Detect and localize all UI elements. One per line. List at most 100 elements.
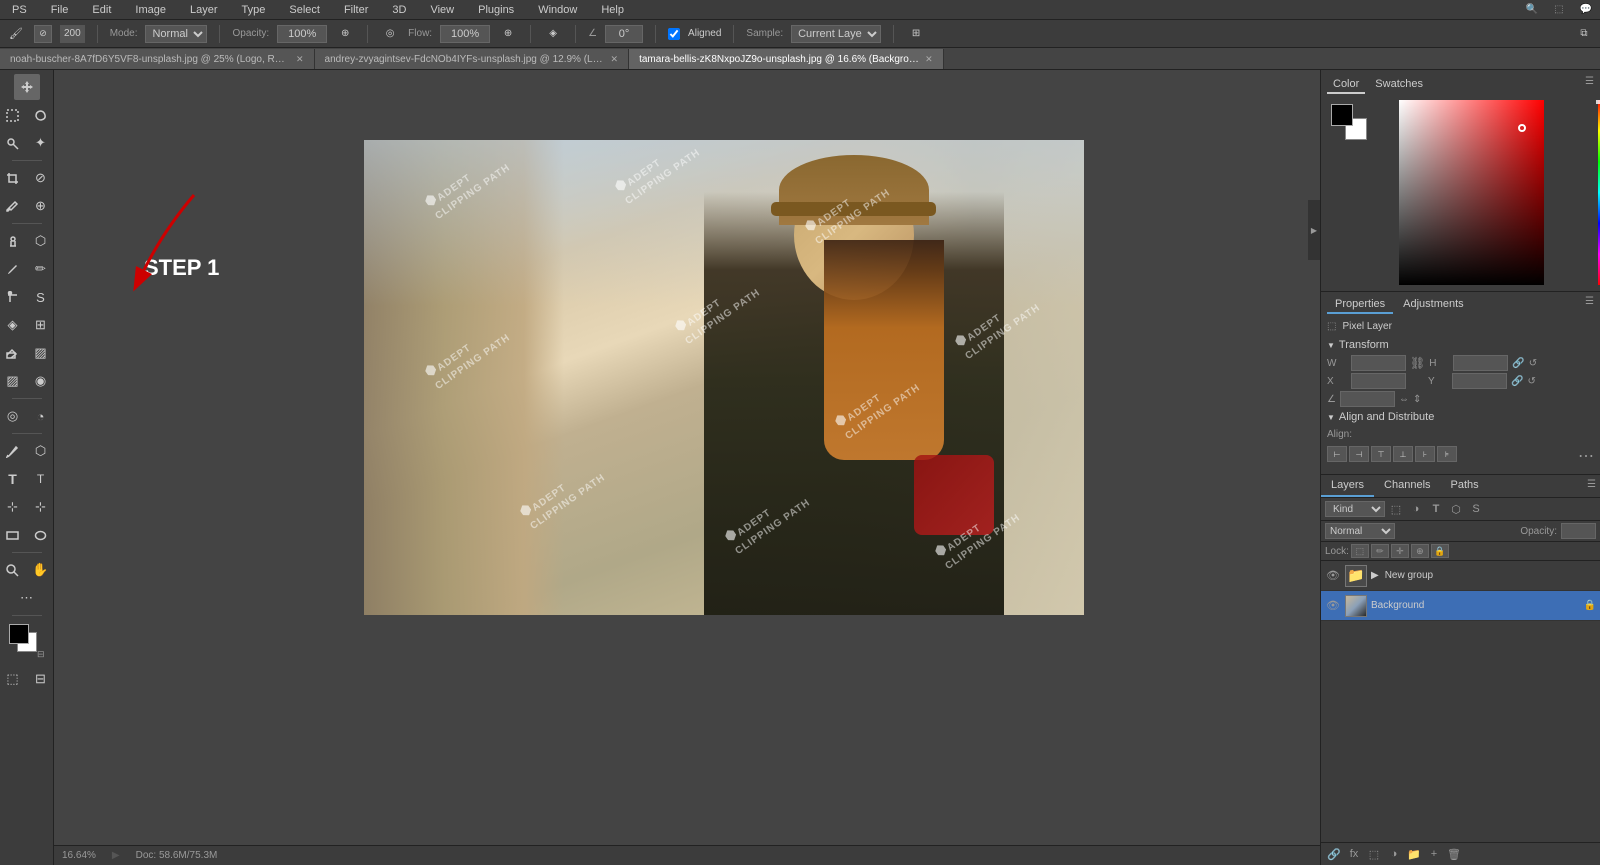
- flip-h-icon[interactable]: ⇔: [1399, 394, 1409, 405]
- align-bottom-btn[interactable]: ⊧: [1437, 446, 1457, 462]
- history-brush-btn[interactable]: ◈: [0, 312, 26, 338]
- menu-edit[interactable]: Edit: [88, 4, 115, 16]
- feedback-icon[interactable]: 💬: [1580, 4, 1592, 15]
- dodge-btn[interactable]: ◎: [0, 403, 26, 429]
- flow-input[interactable]: [440, 25, 490, 43]
- pattern-stamp-btn[interactable]: S: [28, 284, 54, 310]
- menu-filter[interactable]: Filter: [340, 4, 372, 16]
- foreground-color-swatch[interactable]: [9, 624, 29, 644]
- align-left-btn[interactable]: ⊢: [1327, 446, 1347, 462]
- burn-btn[interactable]: ◔: [28, 403, 54, 429]
- align-center-h-btn[interactable]: ⊣: [1349, 446, 1369, 462]
- art-history-btn[interactable]: ⊞: [28, 312, 54, 338]
- clone-stamp-btn[interactable]: [0, 284, 26, 310]
- lock-all-btn[interactable]: 🔒: [1431, 544, 1449, 558]
- create-group-btn[interactable]: 📁: [1405, 845, 1423, 863]
- layer-visibility-bg[interactable]: 👁: [1325, 598, 1341, 614]
- menu-select[interactable]: Select: [285, 4, 324, 16]
- width-input[interactable]: [1351, 355, 1406, 371]
- create-adjustment-btn[interactable]: ◑: [1385, 845, 1403, 863]
- link-icon-2[interactable]: 🔗: [1511, 376, 1523, 387]
- ignore-adjustment-icon[interactable]: ⊞: [906, 24, 926, 44]
- align-top-btn[interactable]: ⊥: [1393, 446, 1413, 462]
- blend-mode-select[interactable]: Normal: [1325, 523, 1395, 539]
- clone-source-icon[interactable]: ⧉: [1574, 24, 1594, 44]
- properties-panel-menu[interactable]: ☰: [1585, 296, 1594, 314]
- airbrush-icon[interactable]: ◈: [543, 24, 563, 44]
- transform-toggle[interactable]: ▼: [1327, 341, 1335, 350]
- tab-0[interactable]: noah-buscher-8A7fD6Y5VF8-unsplash.jpg @ …: [0, 49, 315, 69]
- paths-tab[interactable]: Paths: [1441, 475, 1489, 497]
- patch-btn[interactable]: ⬡: [28, 228, 54, 254]
- menu-view[interactable]: View: [426, 4, 458, 16]
- link-icon[interactable]: 🔗: [1512, 358, 1524, 369]
- height-input[interactable]: [1453, 355, 1508, 371]
- filter-adjust-btn[interactable]: ◑: [1407, 500, 1425, 518]
- align-more-btn[interactable]: ⋯: [1578, 446, 1594, 466]
- view-extras-btn[interactable]: ⊟: [28, 666, 54, 692]
- mode-select[interactable]: Normal: [145, 25, 207, 43]
- ellipse-btn[interactable]: [28, 522, 54, 548]
- layers-tab[interactable]: Layers: [1321, 475, 1374, 497]
- tab-0-close[interactable]: ✕: [296, 54, 304, 65]
- direct-selection-btn[interactable]: ⊹: [28, 494, 54, 520]
- flow-pressure-icon[interactable]: ⊕: [498, 24, 518, 44]
- eraser-btn[interactable]: [0, 340, 26, 366]
- healing-btn[interactable]: [0, 228, 26, 254]
- gradient-btn[interactable]: ▨: [0, 368, 26, 394]
- layer-visibility-group[interactable]: 👁: [1325, 568, 1341, 584]
- menu-help[interactable]: Help: [597, 4, 628, 16]
- color-picker-gradient[interactable]: [1399, 100, 1544, 285]
- lock-transparent-btn[interactable]: ⬚: [1351, 544, 1369, 558]
- color-tab[interactable]: Color: [1327, 76, 1365, 94]
- brush-size-display[interactable]: 200: [60, 25, 85, 43]
- x-input[interactable]: [1351, 373, 1406, 389]
- menu-layer[interactable]: Layer: [186, 4, 222, 16]
- layer-item-group[interactable]: 👁 📁 ▶ New group: [1321, 561, 1600, 591]
- lock-artboard-btn[interactable]: ⊕: [1411, 544, 1429, 558]
- tab-1-close[interactable]: ✕: [611, 54, 619, 65]
- rectangle-btn[interactable]: [0, 522, 26, 548]
- search-icon[interactable]: 🔍: [1526, 4, 1538, 15]
- angle-prop-input[interactable]: [1340, 391, 1395, 407]
- reset-colors-icon[interactable]: ⊟: [37, 649, 45, 660]
- filter-type-btn[interactable]: T: [1427, 500, 1445, 518]
- type-btn[interactable]: T: [0, 466, 26, 492]
- reset-transform-icon[interactable]: ↺: [1529, 358, 1537, 369]
- freeform-pen-btn[interactable]: ⬡: [28, 438, 54, 464]
- eyedropper-btn[interactable]: [0, 193, 26, 219]
- menu-file[interactable]: File: [47, 4, 73, 16]
- sample-select[interactable]: Current Layer: [791, 25, 881, 43]
- filter-kind-select[interactable]: Kind: [1325, 501, 1385, 517]
- channels-tab[interactable]: Channels: [1374, 475, 1440, 497]
- menu-type[interactable]: Type: [238, 4, 270, 16]
- align-toggle[interactable]: ▼: [1327, 413, 1335, 422]
- flow-icon[interactable]: ◎: [380, 24, 400, 44]
- opacity-value[interactable]: 100%: [1561, 523, 1596, 539]
- foreground-color-box[interactable]: [1331, 104, 1353, 126]
- properties-tab[interactable]: Properties: [1327, 296, 1393, 314]
- link-layers-btn[interactable]: 🔗: [1325, 845, 1343, 863]
- layers-panel-menu[interactable]: ☰: [1583, 475, 1600, 497]
- create-layer-btn[interactable]: +: [1425, 845, 1443, 863]
- aligned-checkbox[interactable]: [668, 28, 680, 40]
- magic-wand-btn[interactable]: ✦: [28, 130, 54, 156]
- reset-xy-icon[interactable]: ↺: [1527, 376, 1535, 387]
- lock-pixels-btn[interactable]: ✏: [1371, 544, 1389, 558]
- align-right-btn[interactable]: ⊤: [1371, 446, 1391, 462]
- tab-1[interactable]: andrey-zvyagintsev-FdcNOb4IYFs-unsplash.…: [315, 49, 630, 69]
- add-effect-btn[interactable]: fx: [1345, 845, 1363, 863]
- color-sample-btn[interactable]: ⊕: [28, 193, 54, 219]
- lock-position-btn[interactable]: ✛: [1391, 544, 1409, 558]
- pencil-btn[interactable]: ✏: [28, 256, 54, 282]
- marquee-rect-btn[interactable]: [0, 102, 26, 128]
- tab-2[interactable]: tamara-bellis-zK8NxpoJZ9o-unsplash.jpg @…: [629, 49, 944, 69]
- menu-ps[interactable]: PS: [8, 4, 31, 16]
- pen-btn[interactable]: [0, 438, 26, 464]
- opacity-pressure-icon[interactable]: ⊕: [335, 24, 355, 44]
- swatches-tab[interactable]: Swatches: [1369, 76, 1429, 94]
- menu-plugins[interactable]: Plugins: [474, 4, 518, 16]
- color-panel-menu[interactable]: ☰: [1585, 76, 1594, 94]
- flip-v-icon[interactable]: ⇕: [1413, 394, 1421, 405]
- filter-smart-btn[interactable]: S: [1467, 500, 1485, 518]
